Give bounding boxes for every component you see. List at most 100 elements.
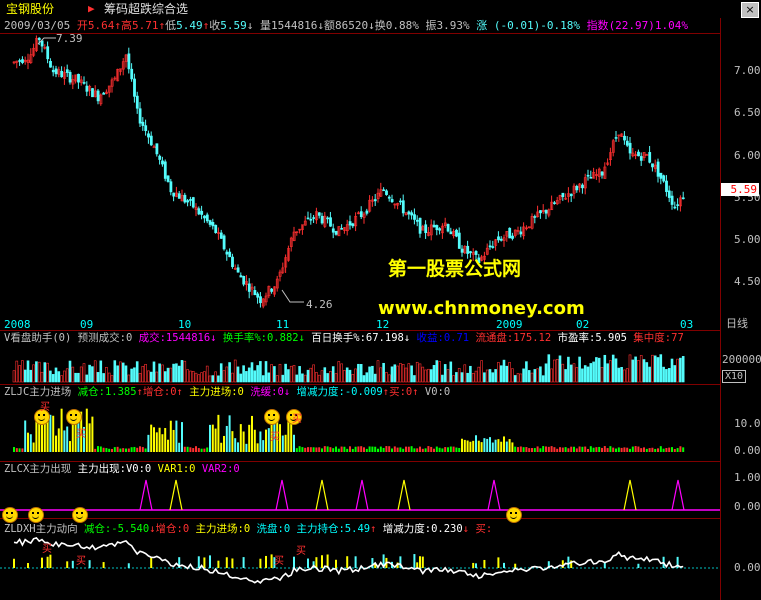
candle-body (172, 192, 176, 197)
zljc-bar (469, 441, 472, 452)
formula-arrow-icon: ▶ (88, 2, 95, 15)
zlcx-signals[interactable] (0, 476, 720, 516)
zldxh-panel-header: ZLDXH主力动向 减仓:-5.540 ↓ 增仓:0 主力进场:0 洗盘:0 主力持… (4, 522, 492, 536)
zljc-bars[interactable] (0, 400, 720, 460)
zljc-bar (368, 446, 371, 452)
volume-bar (670, 358, 674, 383)
zljc-v0: V0:0 (424, 386, 451, 398)
zljc-reduce: 减仓:1.385 (77, 386, 137, 398)
volume-panel-header: V看盘助手(0) 预测成交:0 成交:1544816↓ 换手率%:0.882↓ … (4, 331, 684, 345)
zljc-bar (407, 446, 410, 452)
price-axis-label: 7.00 (734, 64, 761, 77)
info-close-label: 收 (209, 19, 221, 32)
date-axis-label: 2009 (496, 318, 523, 331)
zljc-bar (192, 448, 195, 452)
candle-body (54, 68, 58, 75)
zljc-bar (153, 427, 155, 452)
zljc-bar (349, 446, 351, 452)
volume-bar (334, 373, 338, 383)
volume-bar (233, 359, 237, 383)
candle-body (466, 245, 470, 254)
close-button[interactable]: × (741, 2, 759, 18)
zljc-bar (545, 446, 547, 452)
volume-bar (651, 354, 654, 383)
candle-body (247, 283, 251, 292)
volume-bars[interactable] (0, 346, 720, 384)
zljc-bar (435, 446, 438, 452)
volume-bar (292, 365, 296, 383)
zljc-bar (97, 446, 99, 452)
zlcx-axis-label: 1.00 (734, 471, 761, 484)
zljc-bar (18, 448, 21, 452)
zljc-bar (357, 446, 360, 452)
volume-bar (256, 365, 259, 383)
axis-separator (720, 18, 721, 600)
zldxh-indicator-name[interactable]: ZLDXH主力动向 (4, 523, 78, 535)
zljc-bar (581, 446, 584, 452)
zlcx-var1: VAR1:0 (157, 463, 196, 475)
candle-body (205, 214, 209, 222)
volume-bar (231, 372, 234, 383)
zljc-bar (396, 447, 399, 452)
candle-body (77, 73, 80, 83)
volume-bar (553, 359, 556, 383)
zljc-bar (144, 448, 147, 452)
zljc-bar (651, 447, 654, 452)
zldxh-bar (346, 556, 349, 568)
volume-bar (595, 357, 598, 383)
volume-bar (413, 375, 416, 383)
volume-bar (124, 365, 128, 383)
volume-bar (432, 365, 436, 383)
zljc-bar (161, 434, 164, 452)
zljc-bar (673, 448, 676, 452)
zlcx-indicator-name[interactable]: ZLCX主力出现 (4, 463, 71, 475)
candle-body (46, 46, 50, 60)
stock-name[interactable]: 宝钢股份 (6, 2, 54, 16)
formula-name[interactable]: 筹码超跌综合选 (104, 2, 188, 16)
info-vol-label: 量 (259, 19, 271, 32)
volume-bar (401, 363, 405, 383)
volume-bar (119, 361, 122, 383)
panel-divider-4 (0, 518, 720, 519)
zljc-bar (343, 446, 346, 452)
volume-indicator-name[interactable]: V看盘助手(0) (4, 332, 71, 344)
volume-bar (91, 366, 94, 383)
zljc-bar (147, 434, 150, 452)
volume-bar (236, 366, 240, 383)
zldxh-lines[interactable] (0, 536, 720, 600)
candle-body (312, 217, 316, 219)
zljc-bar (477, 440, 480, 452)
volume-bar (583, 365, 587, 383)
zljc-bar (371, 446, 374, 452)
candle-body (239, 275, 243, 278)
candle-body (161, 160, 164, 165)
candlestick-chart[interactable] (0, 34, 720, 316)
zljc-bar (256, 443, 259, 452)
candle-body (438, 228, 442, 231)
period-label[interactable]: 日线 (726, 317, 748, 331)
candle-body (469, 251, 472, 254)
candle-body (449, 231, 453, 235)
price-axis-label: 5.00 (734, 233, 761, 246)
zljc-bar (293, 434, 295, 452)
volume-bar (345, 367, 349, 383)
hundred-day-turnover: 百日换手%:67.198 (311, 332, 404, 344)
candle-body (424, 224, 428, 234)
candle-body (387, 196, 391, 199)
zlcx-panel-header: ZLCX主力出现 主力出现:V0:0 VAR1:0 VAR2:0 (4, 462, 240, 476)
candle-body (499, 238, 503, 241)
volume-bar (144, 364, 147, 383)
volume-bar (653, 355, 657, 383)
zljc-bar (304, 447, 307, 452)
zljc-bar (214, 428, 217, 452)
volume-bar (541, 375, 545, 383)
zljc-bar (298, 446, 301, 452)
zldxh-bar (472, 562, 475, 568)
zljc-bar (125, 448, 127, 452)
zljc-indicator-name[interactable]: ZLJC主力进场 (4, 386, 71, 398)
zljc-bar (525, 447, 528, 452)
zldxh-buy: 买: (475, 523, 493, 535)
volume-bar (127, 374, 131, 383)
volume-bar (679, 357, 682, 383)
volume-bar (362, 375, 366, 383)
